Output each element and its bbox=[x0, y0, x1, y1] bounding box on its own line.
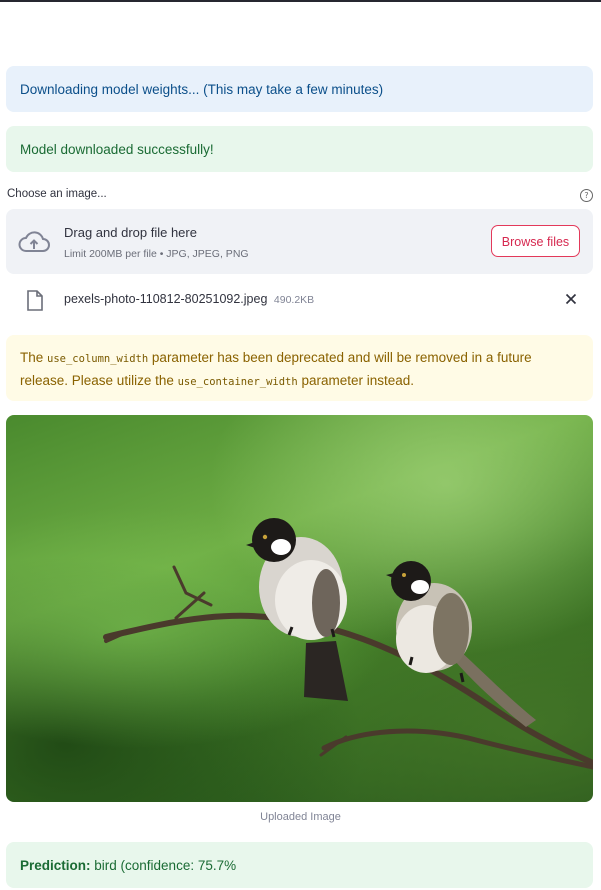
top-decoration-bar bbox=[0, 0, 601, 2]
image-caption: Uploaded Image bbox=[260, 811, 341, 823]
deprecation-warning-alert: The use_column_width parameter has been … bbox=[6, 335, 593, 401]
file-dropzone[interactable]: Drag and drop file here Limit 200MB per … bbox=[6, 209, 593, 274]
prediction-text: bird (confidence: 75.7% bbox=[90, 857, 237, 873]
success-alert-text: Model downloaded successfully! bbox=[20, 141, 214, 157]
dropzone-title: Drag and drop file here bbox=[64, 225, 197, 240]
file-size: 490.2KB bbox=[273, 294, 315, 306]
success-alert: Model downloaded successfully! bbox=[6, 126, 593, 172]
prediction-alert: Prediction: bird (confidence: 75.7% bbox=[6, 842, 593, 888]
file-icon bbox=[27, 290, 43, 311]
question-circle-icon[interactable]: ? bbox=[580, 189, 593, 202]
info-alert: Downloading model weights... (This may t… bbox=[6, 66, 593, 112]
warning-code-1: use_column_width bbox=[47, 353, 149, 365]
uploaded-file-row: pexels-photo-110812-80251092.jpeg 490.2K… bbox=[6, 282, 593, 320]
close-icon[interactable] bbox=[565, 293, 577, 305]
dropzone-limit-text: Limit 200MB per file • JPG, JPEG, PNG bbox=[64, 248, 249, 260]
prediction-label: Prediction: bbox=[20, 857, 91, 873]
uploaded-image bbox=[6, 415, 593, 802]
file-name-text: pexels-photo-110812-80251092.jpeg bbox=[64, 292, 268, 306]
warning-text-1: The bbox=[20, 350, 48, 365]
bird-photo-illustration bbox=[103, 518, 593, 770]
warning-code-2: use_container_width bbox=[177, 376, 298, 388]
cloud-upload-icon bbox=[18, 231, 50, 252]
file-name: pexels-photo-110812-80251092.jpeg 490.2K… bbox=[64, 292, 314, 306]
warning-text-3: parameter instead. bbox=[297, 373, 415, 388]
info-alert-text: Downloading model weights... (This may t… bbox=[20, 81, 384, 97]
uploader-label: Choose an image... bbox=[7, 188, 107, 200]
browse-files-button[interactable]: Browse files bbox=[491, 225, 580, 257]
